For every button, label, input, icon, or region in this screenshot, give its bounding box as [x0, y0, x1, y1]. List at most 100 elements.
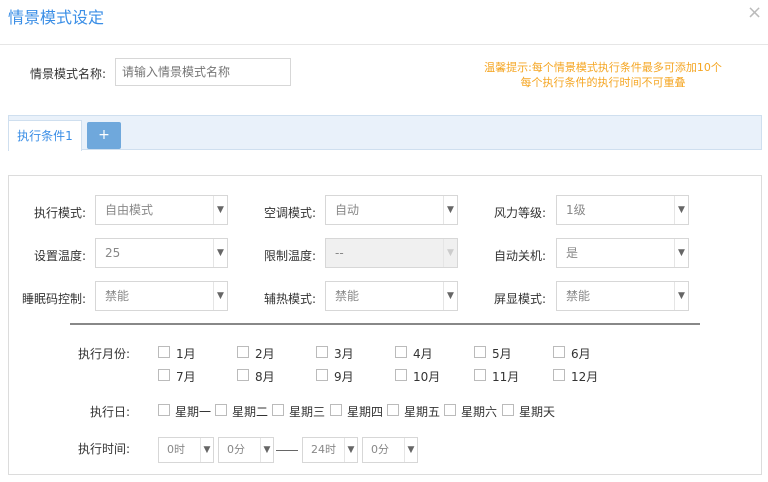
month-checkbox[interactable]	[237, 369, 249, 381]
day-checkbox[interactable]	[330, 404, 342, 416]
time-label: 执行时间:	[77, 442, 130, 456]
tip-line-1: 温馨提示:每个情景模式执行条件最多可添加10个	[484, 61, 722, 74]
month-checkbox-label: 8月	[255, 370, 275, 384]
chevron-down-icon: ▼	[260, 438, 273, 462]
set-temp-select[interactable]: 25 ▼	[95, 238, 228, 268]
aux-heat-value: 禁能	[335, 289, 360, 303]
chevron-down-icon: ▼	[443, 282, 457, 310]
month-checkbox[interactable]	[395, 346, 407, 358]
wind-level-select[interactable]: 1级 ▼	[556, 195, 689, 225]
month-checkbox[interactable]	[474, 346, 486, 358]
month-checkbox[interactable]	[395, 369, 407, 381]
month-checkbox-label: 9月	[334, 370, 354, 384]
month-checkbox[interactable]	[553, 346, 565, 358]
end-hour-value: 24时	[311, 443, 336, 456]
month-checkbox-label: 5月	[492, 347, 512, 361]
condition-tab-bar	[8, 115, 762, 150]
start-minute-select[interactable]: 0分 ▼	[218, 437, 274, 463]
end-minute-select[interactable]: 0分 ▼	[362, 437, 418, 463]
day-checkbox-label: 星期天	[519, 405, 556, 419]
close-icon[interactable]: ×	[747, 2, 762, 23]
screen-mode-value: 禁能	[566, 289, 591, 303]
day-checkbox[interactable]	[158, 404, 170, 416]
dialog-title: 情景模式设定	[8, 8, 105, 27]
chevron-down-icon: ▼	[213, 239, 227, 267]
month-checkbox-label: 7月	[176, 370, 196, 384]
day-checkbox[interactable]	[272, 404, 284, 416]
add-condition-button[interactable]: +	[87, 122, 121, 149]
month-checkbox-label: 1月	[176, 347, 196, 361]
set-temp-label: 设置温度:	[33, 249, 86, 263]
day-checkbox[interactable]	[502, 404, 514, 416]
day-checkbox-label: 星期四	[347, 405, 384, 419]
chevron-down-icon: ▼	[443, 239, 457, 267]
aux-heat-label: 辅热模式:	[263, 292, 316, 306]
month-checkbox[interactable]	[316, 369, 328, 381]
month-checkbox-label: 10月	[413, 370, 441, 384]
months-label: 执行月份:	[77, 347, 130, 361]
auto-off-label: 自动关机:	[493, 249, 546, 263]
chevron-down-icon: ▼	[344, 438, 357, 462]
chevron-down-icon: ▼	[213, 282, 227, 310]
month-checkbox-label: 12月	[571, 370, 599, 384]
end-hour-select[interactable]: 24时 ▼	[302, 437, 358, 463]
sleep-ctrl-value: 禁能	[105, 289, 130, 303]
day-checkbox-label: 星期五	[404, 405, 441, 419]
chevron-down-icon: ▼	[213, 196, 227, 224]
sleep-ctrl-label: 睡眠码控制:	[21, 292, 86, 306]
auto-off-value: 是	[566, 246, 579, 260]
scene-name-label: 情景模式名称:	[29, 67, 106, 81]
day-checkbox-label: 星期三	[289, 405, 326, 419]
chevron-down-icon: ▼	[674, 282, 688, 310]
start-minute-value: 0分	[227, 443, 245, 456]
end-minute-value: 0分	[371, 443, 389, 456]
start-hour-select[interactable]: 0时 ▼	[158, 437, 214, 463]
plus-icon: +	[98, 127, 110, 143]
aux-heat-select[interactable]: 禁能 ▼	[325, 281, 458, 311]
start-hour-value: 0时	[167, 443, 185, 456]
day-checkbox[interactable]	[215, 404, 227, 416]
day-checkbox-label: 星期二	[232, 405, 269, 419]
exec-mode-value: 自由模式	[105, 203, 154, 217]
chevron-down-icon: ▼	[674, 196, 688, 224]
screen-mode-select[interactable]: 禁能 ▼	[556, 281, 689, 311]
exec-mode-label: 执行模式:	[33, 206, 86, 220]
month-checkbox-label: 4月	[413, 347, 433, 361]
month-checkbox[interactable]	[316, 346, 328, 358]
limit-temp-label: 限制温度:	[263, 249, 316, 263]
day-checkbox[interactable]	[444, 404, 456, 416]
month-checkbox[interactable]	[553, 369, 565, 381]
month-checkbox-label: 3月	[334, 347, 354, 361]
month-checkbox[interactable]	[237, 346, 249, 358]
scene-name-input[interactable]	[115, 58, 291, 86]
ac-mode-label: 空调模式:	[263, 206, 316, 220]
chevron-down-icon: ▼	[404, 438, 417, 462]
chevron-down-icon: ▼	[443, 196, 457, 224]
month-checkbox[interactable]	[158, 369, 170, 381]
tab-condition-1[interactable]: 执行条件1	[8, 120, 82, 151]
month-checkbox[interactable]	[474, 369, 486, 381]
ac-mode-select[interactable]: 自动 ▼	[325, 195, 458, 225]
section-divider	[70, 323, 700, 325]
month-checkbox-label: 2月	[255, 347, 275, 361]
day-checkbox-label: 星期一	[175, 405, 212, 419]
exec-mode-select[interactable]: 自由模式 ▼	[95, 195, 228, 225]
ac-mode-value: 自动	[335, 203, 360, 217]
chevron-down-icon: ▼	[200, 438, 213, 462]
time-range-dash	[276, 450, 298, 451]
screen-mode-label: 屏显模式:	[493, 292, 546, 306]
auto-off-select[interactable]: 是 ▼	[556, 238, 689, 268]
month-checkbox[interactable]	[158, 346, 170, 358]
day-checkbox[interactable]	[387, 404, 399, 416]
sleep-ctrl-select[interactable]: 禁能 ▼	[95, 281, 228, 311]
month-checkbox-label: 11月	[492, 370, 520, 384]
days-label: 执行日:	[89, 405, 130, 419]
wind-level-label: 风力等级:	[493, 206, 546, 220]
tip-text: 温馨提示:每个情景模式执行条件最多可添加10个 每个执行条件的执行时间不可重叠	[478, 60, 728, 90]
chevron-down-icon: ▼	[674, 239, 688, 267]
tip-line-2: 每个执行条件的执行时间不可重叠	[520, 76, 686, 89]
day-checkbox-label: 星期六	[461, 405, 498, 419]
wind-level-value: 1级	[566, 203, 586, 217]
set-temp-value: 25	[105, 246, 121, 260]
limit-temp-value: --	[335, 246, 344, 260]
